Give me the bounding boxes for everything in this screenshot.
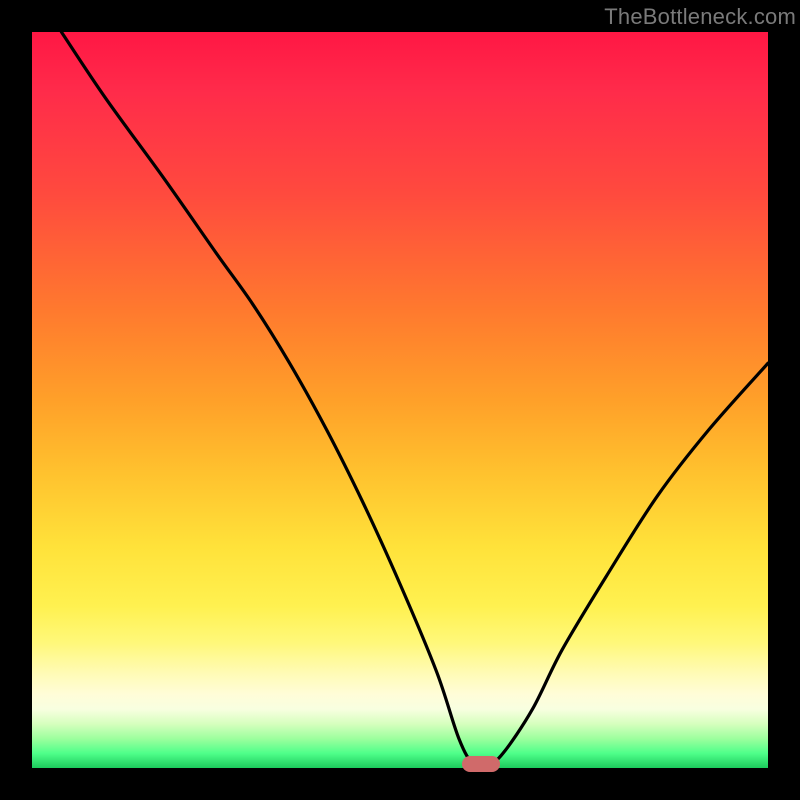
optimal-marker xyxy=(462,756,500,772)
plot-area xyxy=(32,32,768,768)
attribution-text: TheBottleneck.com xyxy=(604,4,796,30)
bottleneck-curve xyxy=(32,32,768,768)
chart-frame: TheBottleneck.com xyxy=(0,0,800,800)
